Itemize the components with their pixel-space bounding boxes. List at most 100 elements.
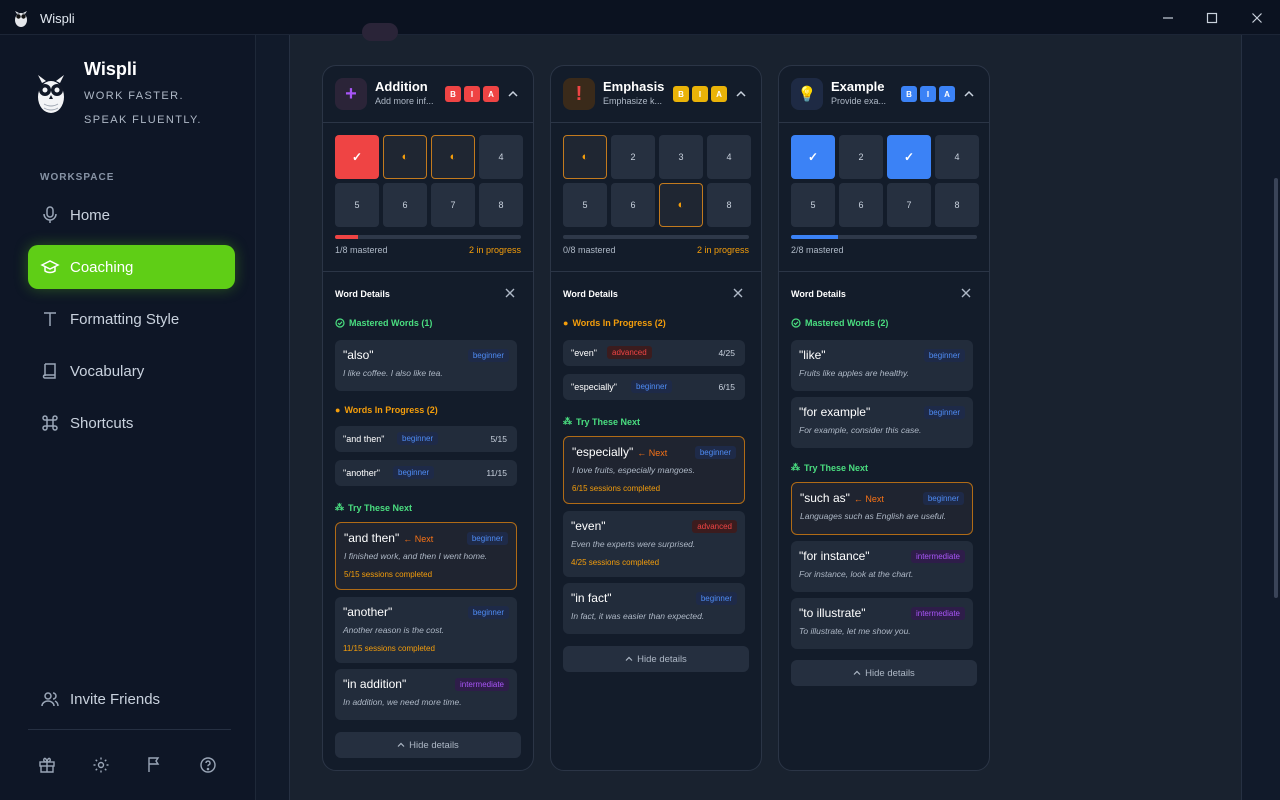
grid-cell[interactable]: 6 bbox=[383, 183, 427, 227]
grid-cell-mastered[interactable]: ✓ bbox=[887, 135, 931, 179]
tagline: WORK FASTER. bbox=[84, 90, 184, 102]
progress-word-row[interactable]: "especially" beginner 6/15 bbox=[563, 374, 745, 400]
card-title: Emphasis bbox=[603, 79, 665, 94]
word-card-next[interactable]: "especially" ← Next beginner I love fruit… bbox=[563, 436, 745, 504]
grid-cell[interactable]: 4 bbox=[707, 135, 751, 179]
grid-cell[interactable]: 2 bbox=[839, 135, 883, 179]
sidebar-item-home[interactable]: Home bbox=[28, 193, 235, 237]
close-icon[interactable] bbox=[733, 288, 743, 298]
word-card[interactable]: "another" beginner Another reason is the… bbox=[335, 597, 517, 663]
word-card-next[interactable]: "and then" ← Next beginner I finished wor… bbox=[335, 522, 517, 590]
sidebar-item-vocabulary[interactable]: Vocabulary bbox=[28, 349, 235, 393]
close-icon[interactable] bbox=[1249, 10, 1265, 26]
grid-cell[interactable]: 4 bbox=[935, 135, 979, 179]
grid-cell[interactable]: 8 bbox=[479, 183, 523, 227]
word-card[interactable]: "also" beginner I like coffee. I also li… bbox=[335, 340, 517, 391]
settings-icon[interactable] bbox=[92, 756, 110, 774]
word-text: "like" bbox=[799, 348, 826, 362]
sidebar-item-shortcuts[interactable]: Shortcuts bbox=[28, 401, 235, 445]
progress-word-row[interactable]: "even" advanced 4/25 bbox=[563, 340, 745, 366]
maximize-icon[interactable] bbox=[1204, 10, 1220, 26]
progress-word-row[interactable]: "another" beginner 11/15 bbox=[335, 460, 517, 486]
chevron-up-icon[interactable] bbox=[507, 88, 519, 100]
level-badge-intermediate[interactable]: I bbox=[692, 86, 708, 102]
grid-cell[interactable]: 8 bbox=[707, 183, 751, 227]
gift-icon[interactable] bbox=[38, 756, 56, 774]
help-icon[interactable] bbox=[199, 756, 217, 774]
grid-cell[interactable]: 8 bbox=[935, 183, 979, 227]
level-badge-advanced[interactable]: A bbox=[483, 86, 499, 102]
hide-details-button[interactable]: Hide details bbox=[791, 660, 977, 686]
card-header[interactable]: ! Emphasis Emphasize k... B I A bbox=[551, 66, 761, 123]
invite-friends-button[interactable]: Invite Friends bbox=[28, 677, 235, 721]
chevron-up-icon[interactable] bbox=[735, 88, 747, 100]
word-card-next[interactable]: "such as" ← Next beginner Languages such … bbox=[791, 482, 973, 535]
coaching-panel: + Addition Add more inf... B I A ✓ ◐ ◐ 4… bbox=[289, 23, 1242, 800]
grid-cell[interactable]: 2 bbox=[611, 135, 655, 179]
grid-cell-in-progress[interactable]: ◐ bbox=[431, 135, 475, 179]
word-card[interactable]: "in fact" beginner In fact, it was easie… bbox=[563, 583, 745, 634]
hide-details-button[interactable]: Hide details bbox=[335, 732, 521, 758]
grid-cell-mastered[interactable]: ✓ bbox=[335, 135, 379, 179]
close-icon[interactable] bbox=[505, 288, 515, 298]
grid-cell[interactable]: 3 bbox=[659, 135, 703, 179]
word-text: "another" bbox=[343, 468, 380, 478]
sidebar-item-formatting-style[interactable]: Formatting Style bbox=[28, 297, 235, 341]
minimize-icon[interactable] bbox=[1160, 10, 1176, 26]
close-icon[interactable] bbox=[961, 288, 971, 298]
word-card[interactable]: "like" beginner Fruits like apples are h… bbox=[791, 340, 973, 391]
level-badge-intermediate[interactable]: I bbox=[464, 86, 480, 102]
word-example: I like coffee. I also like tea. bbox=[343, 368, 443, 378]
grid-cell[interactable]: 6 bbox=[611, 183, 655, 227]
text-icon bbox=[44, 312, 56, 326]
level-tag: beginner bbox=[923, 349, 965, 362]
level-badge-intermediate[interactable]: I bbox=[920, 86, 936, 102]
word-card[interactable]: "in addition" intermediate In addition, … bbox=[335, 669, 517, 720]
level-tag: advanced bbox=[607, 346, 652, 359]
flag-icon[interactable] bbox=[145, 756, 163, 774]
mastery-progress-bar bbox=[791, 235, 977, 239]
word-example: For example, consider this case. bbox=[799, 425, 922, 435]
hide-details-button[interactable]: Hide details bbox=[563, 646, 749, 672]
scrollbar[interactable] bbox=[1274, 178, 1278, 598]
command-icon bbox=[42, 415, 58, 431]
grid-cell-in-progress[interactable]: ◐ bbox=[383, 135, 427, 179]
grid-cell-in-progress[interactable]: ◐ bbox=[563, 135, 607, 179]
grid-cell[interactable]: 4 bbox=[479, 135, 523, 179]
grid-cell-in-progress[interactable]: ◐ bbox=[659, 183, 703, 227]
word-text: "and then" bbox=[343, 434, 385, 444]
sidebar-item-label: Coaching bbox=[70, 258, 134, 276]
level-badge-beginner[interactable]: B bbox=[901, 86, 917, 102]
word-card[interactable]: "for instance" intermediate For instance… bbox=[791, 541, 973, 592]
word-card[interactable]: "to illustrate" intermediate To illustra… bbox=[791, 598, 973, 649]
chevron-up-icon[interactable] bbox=[963, 88, 975, 100]
brand-name: Wispli bbox=[84, 59, 137, 79]
grid-cell[interactable]: 5 bbox=[563, 183, 607, 227]
window-title: Wispli bbox=[40, 11, 75, 26]
grid-cell[interactable]: 5 bbox=[335, 183, 379, 227]
level-badge-beginner[interactable]: B bbox=[673, 86, 689, 102]
level-badge-advanced[interactable]: A bbox=[939, 86, 955, 102]
mastery-progress-fill bbox=[791, 235, 838, 239]
divider bbox=[779, 271, 989, 272]
level-badge-beginner[interactable]: B bbox=[445, 86, 461, 102]
word-card[interactable]: "for example" beginner For example, cons… bbox=[791, 397, 973, 448]
grid-cell[interactable]: 7 bbox=[887, 183, 931, 227]
sessions-completed: 5/15 sessions completed bbox=[344, 570, 433, 579]
card-header[interactable]: + Addition Add more inf... B I A bbox=[323, 66, 533, 123]
card-title: Example bbox=[831, 79, 885, 94]
word-card[interactable]: "even" advanced Even the experts were su… bbox=[563, 511, 745, 577]
main-content: + Addition Add more inf... B I A ✓ ◐ ◐ 4… bbox=[256, 23, 1280, 800]
word-example: To illustrate, let me show you. bbox=[799, 626, 911, 636]
invite-friends-label: Invite Friends bbox=[70, 690, 161, 708]
grid-cell[interactable]: 6 bbox=[839, 183, 883, 227]
sidebar-item-label: Formatting Style bbox=[70, 310, 180, 328]
mastery-progress-fill bbox=[335, 235, 359, 239]
progress-word-row[interactable]: "and then" beginner 5/15 bbox=[335, 426, 517, 452]
grid-cell[interactable]: 7 bbox=[431, 183, 475, 227]
grid-cell-mastered[interactable]: ✓ bbox=[791, 135, 835, 179]
card-header[interactable]: 💡 Example Provide exa... B I A bbox=[779, 66, 989, 123]
grid-cell[interactable]: 5 bbox=[791, 183, 835, 227]
sidebar-item-coaching[interactable]: Coaching bbox=[28, 245, 235, 289]
level-badge-advanced[interactable]: A bbox=[711, 86, 727, 102]
